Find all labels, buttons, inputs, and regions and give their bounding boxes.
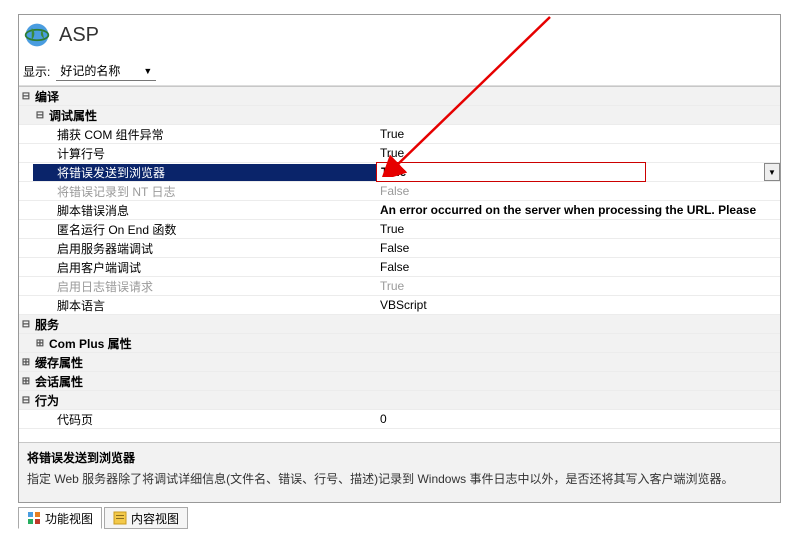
- tab-content-view[interactable]: 内容视图: [104, 507, 188, 529]
- panel-header: ASP: [19, 15, 780, 59]
- prop-server-debug[interactable]: 启用服务器端调试 False: [19, 239, 780, 258]
- panel-title: ASP: [59, 24, 99, 47]
- prop-send-errors-to-browser[interactable]: 将错误发送到浏览器 True ▼: [19, 163, 780, 182]
- expand-icon[interactable]: ⊞: [19, 357, 33, 368]
- prop-anon-onend[interactable]: 匿名运行 On End 函数 True: [19, 220, 780, 239]
- collapse-icon[interactable]: ⊟: [33, 110, 47, 121]
- property-grid: ⊟ 编译 ⊟ 调试属性 捕获 COM 组件异常 True 计算行号 True 将…: [19, 86, 780, 431]
- prop-script-error-msg[interactable]: 脚本错误消息 An error occurred on the server w…: [19, 201, 780, 220]
- category-complus[interactable]: ⊞ Com Plus 属性: [19, 334, 780, 353]
- prop-calc-line[interactable]: 计算行号 True: [19, 144, 780, 163]
- view-tabs: 功能视图 内容视图: [18, 507, 188, 529]
- category-services[interactable]: ⊟ 服务: [19, 315, 780, 334]
- dropdown-button[interactable]: ▼: [764, 163, 780, 181]
- description-title: 将错误发送到浏览器: [27, 449, 772, 466]
- prop-log-nt[interactable]: 将错误记录到 NT 日志 False: [19, 182, 780, 201]
- chevron-down-icon: ▼: [143, 66, 152, 76]
- value-editor[interactable]: True: [376, 162, 646, 182]
- prop-catch-com[interactable]: 捕获 COM 组件异常 True: [19, 125, 780, 144]
- category-cache[interactable]: ⊞ 缓存属性: [19, 353, 780, 372]
- tab-features-view[interactable]: 功能视图: [18, 507, 102, 529]
- asp-settings-panel: ASP 显示: 好记的名称 ▼ ⊟ 编译 ⊟ 调试属性 捕获 COM 组件异常 …: [18, 14, 781, 503]
- asp-globe-icon: [23, 21, 51, 49]
- tab-features-label: 功能视图: [45, 510, 93, 527]
- display-filter-row: 显示: 好记的名称 ▼: [19, 59, 780, 86]
- description-text: 指定 Web 服务器除了将调试详细信息(文件名、错误、行号、描述)记录到 Win…: [27, 470, 772, 487]
- category-compile[interactable]: ⊟ 编译: [19, 87, 780, 106]
- prop-client-debug[interactable]: 启用客户端调试 False: [19, 258, 780, 277]
- category-behavior[interactable]: ⊟ 行为: [19, 391, 780, 410]
- collapse-icon[interactable]: ⊟: [19, 319, 33, 330]
- display-select[interactable]: 好记的名称 ▼: [56, 61, 156, 81]
- description-panel: 将错误发送到浏览器 指定 Web 服务器除了将调试详细信息(文件名、错误、行号、…: [19, 442, 780, 502]
- collapse-icon[interactable]: ⊟: [19, 91, 33, 102]
- expand-icon[interactable]: ⊞: [33, 338, 47, 349]
- features-icon: [27, 511, 41, 525]
- display-selected-value: 好记的名称: [60, 62, 120, 79]
- display-label: 显示:: [23, 63, 50, 80]
- content-icon: [113, 511, 127, 525]
- prop-codepage[interactable]: 代码页 0: [19, 410, 780, 429]
- category-debug[interactable]: ⊟ 调试属性: [19, 106, 780, 125]
- category-session[interactable]: ⊞ 会话属性: [19, 372, 780, 391]
- collapse-icon[interactable]: ⊟: [19, 395, 33, 406]
- prop-log-error-req[interactable]: 启用日志错误请求 True: [19, 277, 780, 296]
- prop-script-language[interactable]: 脚本语言 VBScript: [19, 296, 780, 315]
- tab-content-label: 内容视图: [131, 510, 179, 527]
- expand-icon[interactable]: ⊞: [19, 376, 33, 387]
